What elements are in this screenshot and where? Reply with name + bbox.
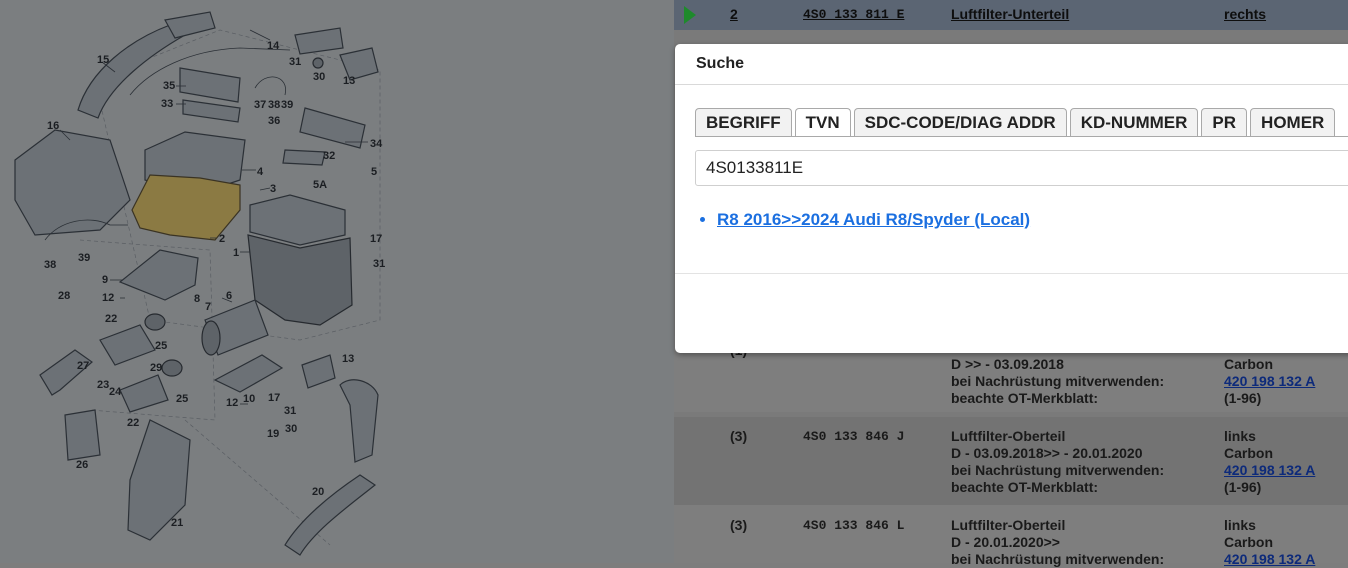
svg-text:17: 17 (370, 233, 382, 245)
svg-text:19: 19 (267, 428, 279, 440)
remark-link[interactable]: 420 198 132 A (1224, 373, 1315, 390)
remark-cell[interactable]: rechts (1224, 6, 1266, 23)
svg-text:29: 29 (150, 362, 162, 374)
svg-text:4: 4 (257, 166, 264, 178)
line-cell: D - 20.01.2020>> (951, 534, 1060, 550)
line-cell: D - 03.09.2018>> - 20.01.2020 (951, 445, 1143, 461)
svg-text:5: 5 (371, 166, 377, 178)
remark-link[interactable]: 420 198 132 A (1224, 462, 1315, 479)
svg-text:22: 22 (105, 313, 117, 325)
tab-kd-nummer[interactable]: KD-NUMMER (1069, 108, 1199, 137)
part-number-cell[interactable]: 4S0 133 846 J (803, 428, 904, 445)
line-cell: bei Nachrüstung mitverwenden: (951, 462, 1165, 478)
svg-text:28: 28 (58, 290, 70, 302)
svg-text:31: 31 (373, 258, 385, 270)
svg-text:25: 25 (155, 340, 167, 352)
qty-cell: (3) (730, 428, 748, 444)
remark-cell: (1-96) (1224, 479, 1262, 495)
search-type-tabs: BEGRIFF TVN SDC-CODE/DIAG ADDR KD-NUMMER PR H… (695, 108, 1338, 137)
svg-text:24: 24 (109, 386, 122, 398)
svg-text:26: 26 (76, 459, 88, 471)
part-number-cell[interactable]: 4S0 133 846 L (803, 517, 904, 534)
svg-text:33: 33 (161, 98, 173, 110)
svg-text:30: 30 (285, 423, 297, 435)
table-row: (3) 4S0 133 846 J Luftfilter-Oberteil D … (674, 417, 1348, 505)
dialog-title: Suche (696, 55, 745, 72)
svg-text:38: 38 (44, 259, 56, 271)
tab-tvn[interactable]: TVN (794, 108, 851, 137)
remark-link[interactable]: 420 198 132 A (1224, 551, 1315, 568)
dialog-footer-divider (675, 273, 1348, 274)
remark-cell: links (1224, 428, 1256, 444)
remark-cell: Carbon (1224, 356, 1273, 372)
remark-cell: Carbon (1224, 445, 1273, 461)
svg-text:12: 12 (226, 397, 238, 409)
svg-text:3: 3 (270, 183, 276, 195)
svg-text:30: 30 (313, 71, 325, 83)
svg-text:5A: 5A (313, 179, 327, 191)
table-row-selected[interactable]: 2 4S0 133 811 E Luftfilter-Unterteil rec… (674, 0, 1348, 30)
svg-text:35: 35 (163, 80, 175, 92)
svg-text:16: 16 (47, 120, 59, 132)
line-cell: D >> - 03.09.2018 (951, 356, 1064, 372)
description-cell[interactable]: Luftfilter-Unterteil (951, 6, 1069, 23)
pos-cell: 2 (730, 6, 738, 22)
line-cell: bei Nachrüstung mitverwenden: (951, 373, 1165, 389)
result-link[interactable]: R8 2016>>2024 Audi R8/Spyder (Local) (717, 210, 1030, 229)
search-results: R8 2016>>2024 Audi R8/Spyder (Local) (717, 210, 1030, 230)
svg-text:12: 12 (102, 292, 114, 304)
play-arrow-icon[interactable] (684, 6, 696, 24)
tab-begriff[interactable]: BEGRIFF (695, 108, 792, 137)
svg-text:39: 39 (281, 99, 293, 111)
remark-cell: Carbon (1224, 534, 1273, 550)
tab-homer[interactable]: HOMER (1250, 108, 1336, 137)
svg-text:9: 9 (102, 274, 108, 286)
tab-divider (695, 136, 1348, 137)
svg-text:6: 6 (226, 290, 232, 302)
svg-text:39: 39 (78, 252, 90, 264)
svg-text:17: 17 (268, 392, 280, 404)
svg-text:14: 14 (267, 40, 280, 52)
svg-text:23: 23 (97, 379, 109, 391)
svg-text:8: 8 (194, 293, 200, 305)
tab-pr[interactable]: PR (1201, 108, 1248, 137)
svg-text:20: 20 (312, 486, 324, 498)
remark-cell: (1-96) (1224, 390, 1262, 406)
svg-text:15: 15 (97, 54, 109, 66)
remark-cell: links (1224, 517, 1256, 533)
svg-text:31: 31 (289, 56, 301, 68)
svg-text:7: 7 (205, 301, 211, 313)
parts-diagram[interactable]: 14 15 31 30 13 35 33 37 38 39 36 16 34 3… (0, 0, 674, 563)
svg-text:2: 2 (219, 233, 225, 245)
search-dialog: Suche BEGRIFF TVN SDC-CODE/DIAG ADDR KD-NUM… (675, 44, 1348, 353)
svg-text:32: 32 (323, 150, 335, 162)
tab-sdc-code[interactable]: SDC-CODE/DIAG ADDR (853, 108, 1067, 137)
search-input[interactable] (695, 150, 1348, 186)
svg-text:10: 10 (243, 393, 255, 405)
part-number-cell[interactable]: 4S0 133 811 E (803, 6, 904, 23)
svg-text:21: 21 (171, 517, 183, 529)
svg-text:31: 31 (284, 405, 296, 417)
qty-cell: (3) (730, 517, 748, 533)
svg-text:38: 38 (268, 99, 280, 111)
diagram-drawing: 14 15 31 30 13 35 33 37 38 39 36 16 34 3… (14, 11, 385, 556)
svg-text:1: 1 (233, 247, 239, 259)
line-cell: beachte OT-Merkblatt: (951, 390, 1099, 406)
svg-text:22: 22 (127, 417, 139, 429)
line-cell: Luftfilter-Oberteil (951, 428, 1066, 444)
line-cell: beachte OT-Merkblatt: (951, 479, 1099, 495)
svg-text:36: 36 (268, 115, 280, 127)
svg-text:34: 34 (370, 138, 383, 150)
svg-text:13: 13 (343, 75, 355, 87)
line-cell: Luftfilter-Oberteil (951, 517, 1066, 533)
result-item: R8 2016>>2024 Audi R8/Spyder (Local) (717, 210, 1030, 230)
svg-text:27: 27 (77, 360, 89, 372)
svg-text:37: 37 (254, 99, 266, 111)
svg-text:13: 13 (342, 353, 354, 365)
dialog-header: Suche (675, 44, 1348, 85)
line-cell: bei Nachrüstung mitverwenden: (951, 551, 1165, 567)
svg-text:25: 25 (176, 393, 188, 405)
table-row: (3) 4S0 133 846 L Luftfilter-Oberteil D … (674, 505, 1348, 567)
